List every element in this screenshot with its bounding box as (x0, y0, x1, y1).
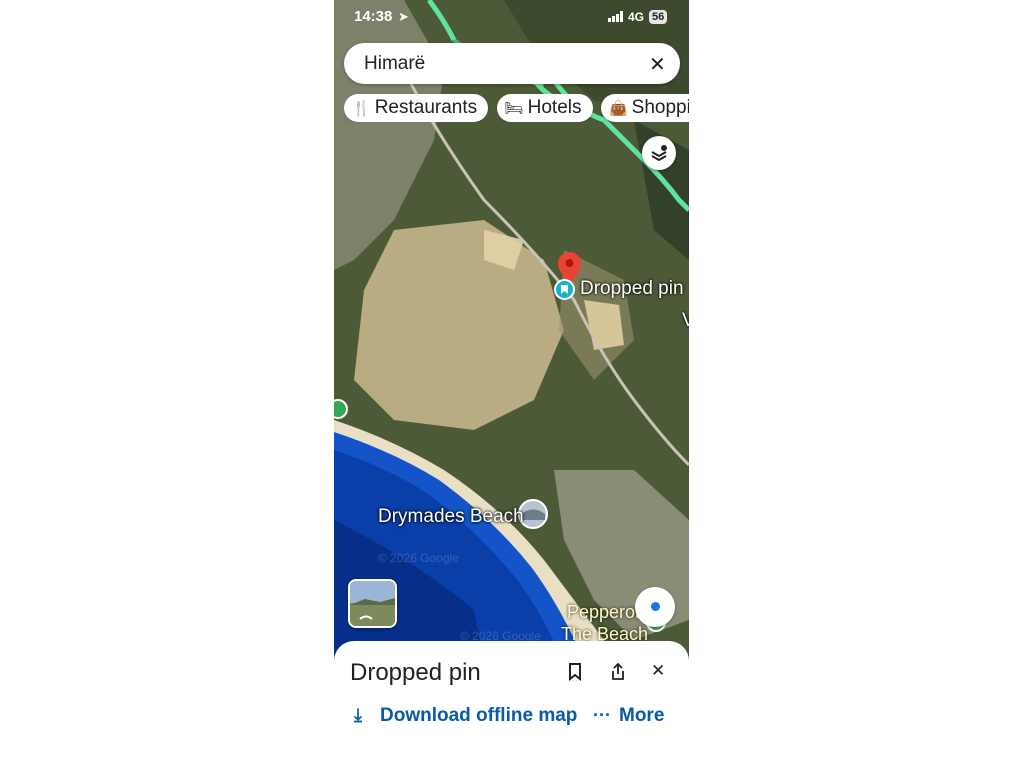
sheet-title: Dropped pin (350, 659, 481, 686)
location-dot-icon (651, 602, 660, 611)
status-bar: 14:38 ➤ 4G 56 (334, 8, 689, 28)
location-arrow-icon: ➤ (398, 9, 409, 24)
battery-badge: 56 (649, 10, 668, 24)
layers-icon (651, 145, 667, 162)
share-icon[interactable] (610, 663, 626, 681)
my-location-button[interactable] (635, 587, 675, 627)
phone-screen: 14:38 ➤ 4G 56 Himarë ✕ 🍴 Restaurants 🛏 H… (334, 0, 689, 768)
layers-button[interactable] (642, 136, 676, 170)
dropped-pin-map-label[interactable]: Dropped pin (580, 278, 684, 300)
chip-label: Shopping (631, 97, 689, 118)
chip-shopping[interactable]: 👜 Shopping (600, 94, 689, 122)
close-icon[interactable]: ✕ (649, 52, 666, 77)
status-time: 14:38 (354, 8, 393, 25)
edge-map-label: V (682, 310, 689, 331)
download-icon[interactable]: ⤓ (354, 705, 362, 726)
search-query[interactable]: Himarë (364, 53, 425, 75)
chip-hotels[interactable]: 🛏 Hotels (496, 94, 593, 122)
shopping-bag-icon: 👜 (608, 100, 628, 117)
chip-restaurants[interactable]: 🍴 Restaurants (344, 94, 489, 122)
place-bottom-sheet: Dropped pin ✕ ⤓ Download offline map ···… (334, 641, 689, 768)
map-watermark: © 2026 Google (378, 551, 459, 565)
bed-icon: 🛏 (504, 100, 524, 117)
close-icon[interactable]: ✕ (651, 661, 665, 681)
fork-knife-icon: 🍴 (352, 100, 371, 117)
chip-label: Restaurants (374, 97, 478, 118)
place-label-line-1[interactable]: Pepperon (567, 602, 645, 623)
more-button[interactable]: More (619, 705, 664, 727)
category-chips: 🍴 Restaurants 🛏 Hotels 👜 Shopping (344, 94, 689, 122)
bookmark-icon[interactable] (567, 663, 583, 681)
chip-label: Hotels (527, 97, 582, 118)
signal-icon (608, 11, 623, 22)
more-dots-icon[interactable]: ··· (593, 705, 611, 726)
street-view-thumbnail[interactable] (348, 579, 397, 628)
search-bar[interactable]: Himarë ✕ (344, 43, 680, 84)
download-offline-map-button[interactable]: Download offline map (380, 705, 577, 727)
drymades-beach-label[interactable]: Drymades Beach (378, 506, 524, 528)
network-type: 4G (628, 10, 645, 24)
saved-place-pin-icon[interactable] (554, 279, 575, 300)
